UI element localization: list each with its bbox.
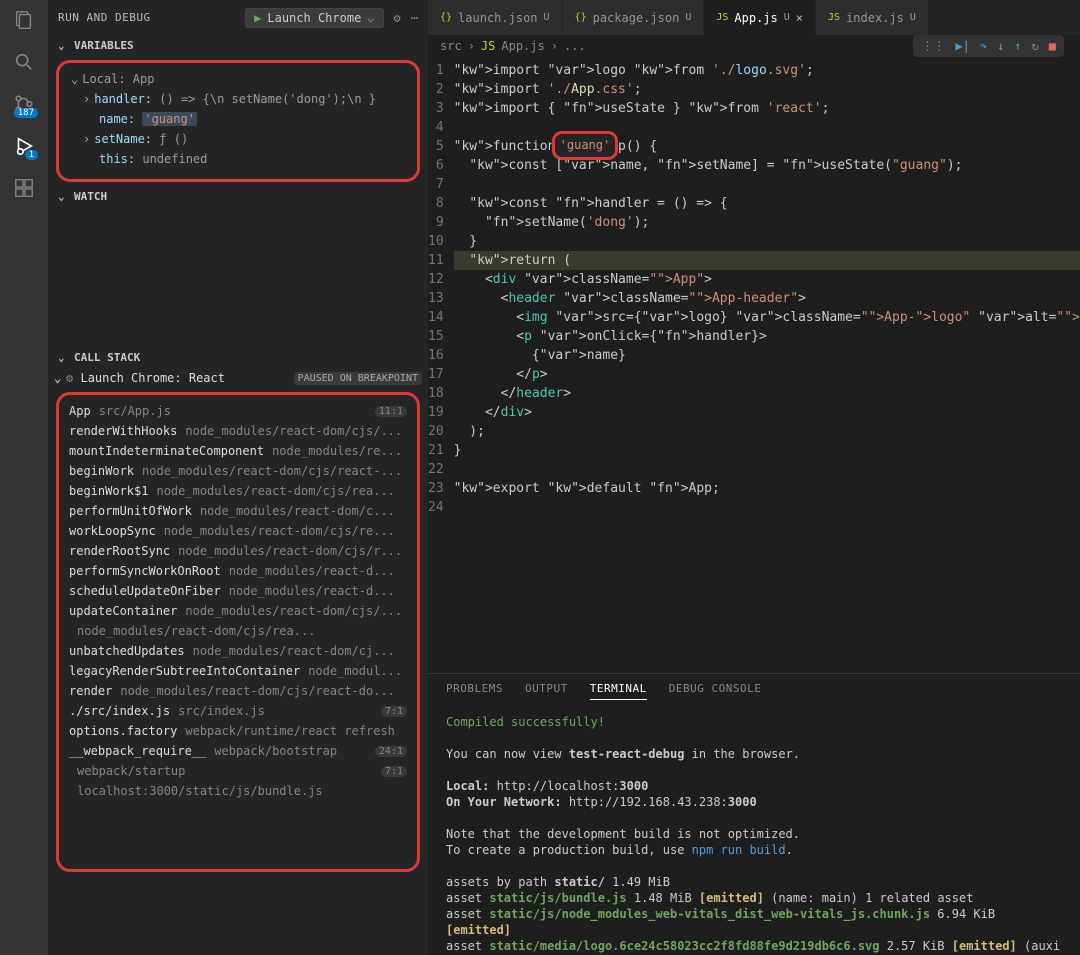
callstack-frame[interactable]: ./src/index.jssrc/index.js7:1 [65, 701, 411, 721]
panel-tab[interactable]: TERMINAL [590, 682, 647, 700]
panel-title: RUN AND DEBUG [58, 11, 151, 24]
code-line: } [454, 232, 1080, 251]
panel-tab[interactable]: PROBLEMS [446, 682, 503, 700]
code-line [454, 118, 1080, 137]
run-debug-panel: RUN AND DEBUG ▶ Launch Chrome ⌵ ⚙ ⋯ ⌄VAR… [48, 0, 428, 955]
debug-badge: 1 [25, 150, 38, 160]
code-line: "kw">const ["var">name, "fn">setName] = … [454, 156, 1080, 175]
code-line: "kw">function "fn">App() { [454, 137, 1080, 156]
callstack-frame[interactable]: __webpack_require__webpack/bootstrap24:1 [65, 741, 411, 761]
callstack-frame[interactable]: rendernode_modules/react-dom/cjs/react-d… [65, 681, 411, 701]
code-line [454, 460, 1080, 479]
play-icon: ▶ [254, 11, 261, 25]
callstack-frame[interactable]: updateContainernode_modules/react-dom/cj… [65, 601, 411, 621]
callstack-frame[interactable]: unbatchedUpdatesnode_modules/react-dom/c… [65, 641, 411, 661]
chevron-down-icon: ⌵ [367, 11, 374, 25]
callstack-frame[interactable]: beginWorknode_modules/react-dom/cjs/reac… [65, 461, 411, 481]
activity-bar: 187 1 [0, 0, 48, 955]
launch-config-select[interactable]: ▶ Launch Chrome ⌵ [245, 8, 383, 28]
callstack-frame[interactable]: scheduleUpdateOnFibernode_modules/react-… [65, 581, 411, 601]
restart-icon[interactable]: ↻ [1032, 39, 1039, 53]
drag-handle-icon[interactable]: ⋮⋮ [921, 39, 945, 53]
code-line: "kw">const "fn">handler = () => { [454, 194, 1080, 213]
panel-tab[interactable]: OUTPUT [525, 682, 568, 700]
terminal-output[interactable]: Compiled successfully! You can now view … [428, 708, 1080, 955]
callstack-frame[interactable]: performSyncWorkOnRootnode_modules/react-… [65, 561, 411, 581]
editor-tabs: {}launch.json U{}package.json UJSApp.js … [428, 0, 1080, 35]
callstack-frame[interactable]: renderWithHooksnode_modules/react-dom/cj… [65, 421, 411, 441]
debug-session-row[interactable]: ⌄ ⚙ Launch Chrome: React PAUSED ON BREAK… [48, 368, 428, 388]
extensions-icon[interactable] [12, 176, 36, 200]
launch-label: Launch Chrome [267, 11, 361, 25]
code-line: <header "var">className="">App-header"> [454, 289, 1080, 308]
code-line: } [454, 441, 1080, 460]
stop-icon[interactable]: ■ [1049, 39, 1056, 53]
code-line: "kw">return ( [454, 251, 1080, 270]
code-line: <p "var">onClick={"fn">handler}> [454, 327, 1080, 346]
continue-icon[interactable]: ▶| [955, 39, 969, 53]
code-line [454, 175, 1080, 194]
code-line: </p> [454, 365, 1080, 384]
editor-area: {}launch.json U{}package.json UJSApp.js … [428, 0, 1080, 955]
code-line [454, 498, 1080, 517]
callstack-frame[interactable]: renderRootSyncnode_modules/react-dom/cjs… [65, 541, 411, 561]
panel-tabs: PROBLEMS OUTPUT TERMINAL DEBUG CONSOLE [428, 674, 1080, 708]
code-line: <div "var">className="">App"> [454, 270, 1080, 289]
step-into-icon[interactable]: ↓ [997, 39, 1004, 53]
more-icon[interactable]: ⋯ [411, 11, 418, 25]
variables-box: ⌄Local: App ›handler: () => {\n setName(… [56, 60, 420, 182]
callstack-frame[interactable]: options.factorywebpack/runtime/react ref… [65, 721, 411, 741]
code-line: ); [454, 422, 1080, 441]
scm-badge: 187 [14, 108, 38, 118]
editor-tab[interactable]: JSindex.js U [816, 0, 929, 35]
debug-hover-tooltip: 'guang' [552, 131, 619, 160]
explorer-icon[interactable] [12, 8, 36, 32]
panel-tab[interactable]: DEBUG CONSOLE [669, 682, 762, 700]
scm-icon[interactable]: 187 [12, 92, 36, 116]
code-line: </div> [454, 403, 1080, 422]
callstack-frame[interactable]: performUnitOfWorknode_modules/react-dom/… [65, 501, 411, 521]
paused-badge: PAUSED ON BREAKPOINT [294, 372, 422, 385]
callstack-frame[interactable]: workLoopSyncnode_modules/react-dom/cjs/r… [65, 521, 411, 541]
variables-header[interactable]: ⌄VARIABLES [48, 35, 428, 56]
callstack-frame[interactable]: webpack/startup7:1 [65, 761, 411, 781]
callstack-frame[interactable]: localhost:3000/static/js/bundle.js [65, 781, 411, 801]
editor-tab[interactable]: {}package.json U [563, 0, 705, 35]
code-line: {"var">name} [454, 346, 1080, 365]
editor-tab[interactable]: {}launch.json U [428, 0, 563, 35]
code-editor[interactable]: 123456789101112131415161718192021222324 … [428, 57, 1080, 673]
code-line: "kw">import './App.css'; [454, 80, 1080, 99]
close-icon[interactable]: × [796, 11, 803, 25]
step-out-icon[interactable]: ↑ [1014, 39, 1021, 53]
callstack-frame[interactable]: node_modules/react-dom/cjs/rea... [65, 621, 411, 641]
search-icon[interactable] [12, 50, 36, 74]
callstack-frame[interactable]: mountIndeterminateComponentnode_modules/… [65, 441, 411, 461]
code-line: "kw">export "kw">default "fn">App; [454, 479, 1080, 498]
editor-tab[interactable]: JSApp.js U × [704, 0, 816, 35]
debug-icon[interactable]: 1 [12, 134, 36, 158]
callstack-frame[interactable]: legacyRenderSubtreeIntoContainernode_mod… [65, 661, 411, 681]
gear-icon[interactable]: ⚙ [394, 11, 401, 25]
code-line: "kw">import { "fn">useState } "kw">from … [454, 99, 1080, 118]
callstack-box: Appsrc/App.js11:1renderWithHooksnode_mod… [56, 392, 420, 872]
code-line: <img "var">src={"var">logo} "var">classN… [454, 308, 1080, 327]
callstack-frame[interactable]: Appsrc/App.js11:1 [65, 401, 411, 421]
callstack-frame[interactable]: beginWork$1node_modules/react-dom/cjs/re… [65, 481, 411, 501]
code-line: </header> [454, 384, 1080, 403]
step-over-icon[interactable]: ↷ [980, 39, 987, 53]
bottom-panel: PROBLEMS OUTPUT TERMINAL DEBUG CONSOLE Comp… [428, 673, 1080, 955]
watch-header[interactable]: ⌄WATCH [48, 186, 428, 207]
breadcrumbs[interactable]: src› JSApp.js› ... ⋮⋮ ▶| ↷ ↓ ↑ ↻ ■ [428, 35, 1080, 57]
code-line: "fn">setName('dong'); [454, 213, 1080, 232]
debug-toolbar: ⋮⋮ ▶| ↷ ↓ ↑ ↻ ■ [913, 35, 1064, 57]
callstack-header[interactable]: ⌄CALL STACK [48, 347, 428, 368]
code-line: "kw">import "var">logo "kw">from './logo… [454, 61, 1080, 80]
